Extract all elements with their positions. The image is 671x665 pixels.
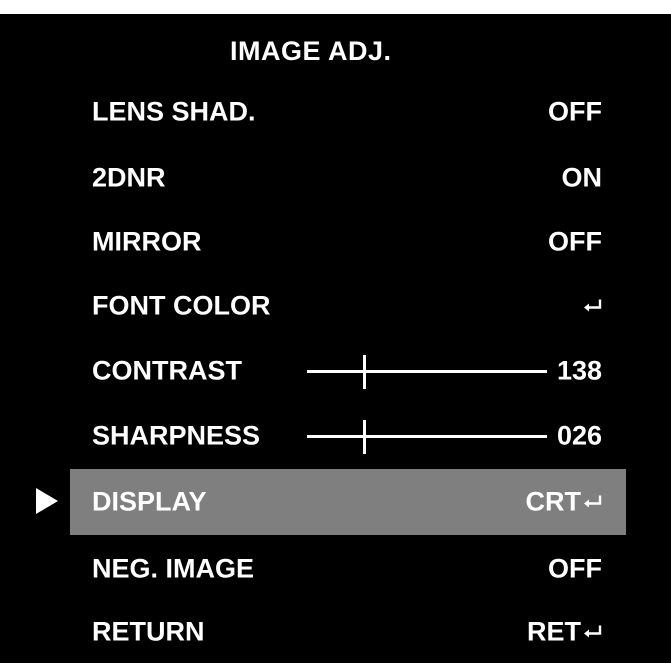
enter-icon: [584, 625, 602, 638]
menu-item-label: RETURN: [92, 616, 205, 647]
enter-icon: [584, 495, 602, 508]
contrast-slider[interactable]: [307, 354, 547, 389]
menu-item-label: CONTRAST: [92, 355, 242, 386]
menu-item-value-text: CRT: [525, 486, 582, 517]
menu-item-lens-shad[interactable]: LENS SHAD. OFF: [70, 79, 626, 145]
menu-item-label: LENS SHAD.: [92, 96, 256, 127]
menu-item-return[interactable]: RETURN RET: [70, 599, 626, 665]
menu-item-value: RET: [527, 617, 602, 648]
enter-icon: [584, 299, 602, 312]
menu-item-label: DISPLAY: [92, 486, 207, 517]
menu-item-value: OFF: [548, 553, 602, 584]
menu-item-value: [581, 291, 602, 322]
menu-item-label: 2DNR: [92, 162, 166, 193]
menu-item-value: 026: [556, 420, 602, 451]
menu-item-value: OFF: [548, 96, 602, 127]
menu-item-contrast[interactable]: CONTRAST 138: [70, 338, 626, 404]
osd-screen: IMAGE ADJ. LENS SHAD. OFF 2DNR ON MIRROR…: [0, 14, 671, 663]
menu-title: IMAGE ADJ.: [230, 36, 392, 66]
menu-item-value: 138: [556, 355, 602, 386]
menu-item-sharpness[interactable]: SHARPNESS 026: [70, 403, 626, 469]
menu-item-font-color[interactable]: FONT COLOR: [70, 273, 626, 339]
menu-item-label: NEG. IMAGE: [92, 553, 255, 584]
triangle-right-icon: [36, 488, 58, 514]
menu-item-label: SHARPNESS: [92, 420, 261, 451]
menu-item-display[interactable]: DISPLAY CRT: [70, 469, 626, 535]
sharpness-slider[interactable]: [307, 419, 547, 454]
slider-thumb[interactable]: [363, 354, 367, 389]
menu-item-value-text: RET: [527, 616, 581, 647]
menu-item-neg-image[interactable]: NEG. IMAGE OFF: [70, 536, 626, 602]
menu-item-label: MIRROR: [92, 226, 202, 257]
menu-item-2dnr[interactable]: 2DNR ON: [70, 145, 626, 211]
slider-thumb[interactable]: [363, 419, 367, 454]
menu-item-label: FONT COLOR: [92, 290, 271, 321]
menu-item-value: CRT: [526, 487, 603, 518]
menu-item-mirror[interactable]: MIRROR OFF: [70, 209, 626, 275]
menu-item-value: OFF: [548, 226, 602, 257]
menu-item-value: ON: [561, 162, 603, 193]
